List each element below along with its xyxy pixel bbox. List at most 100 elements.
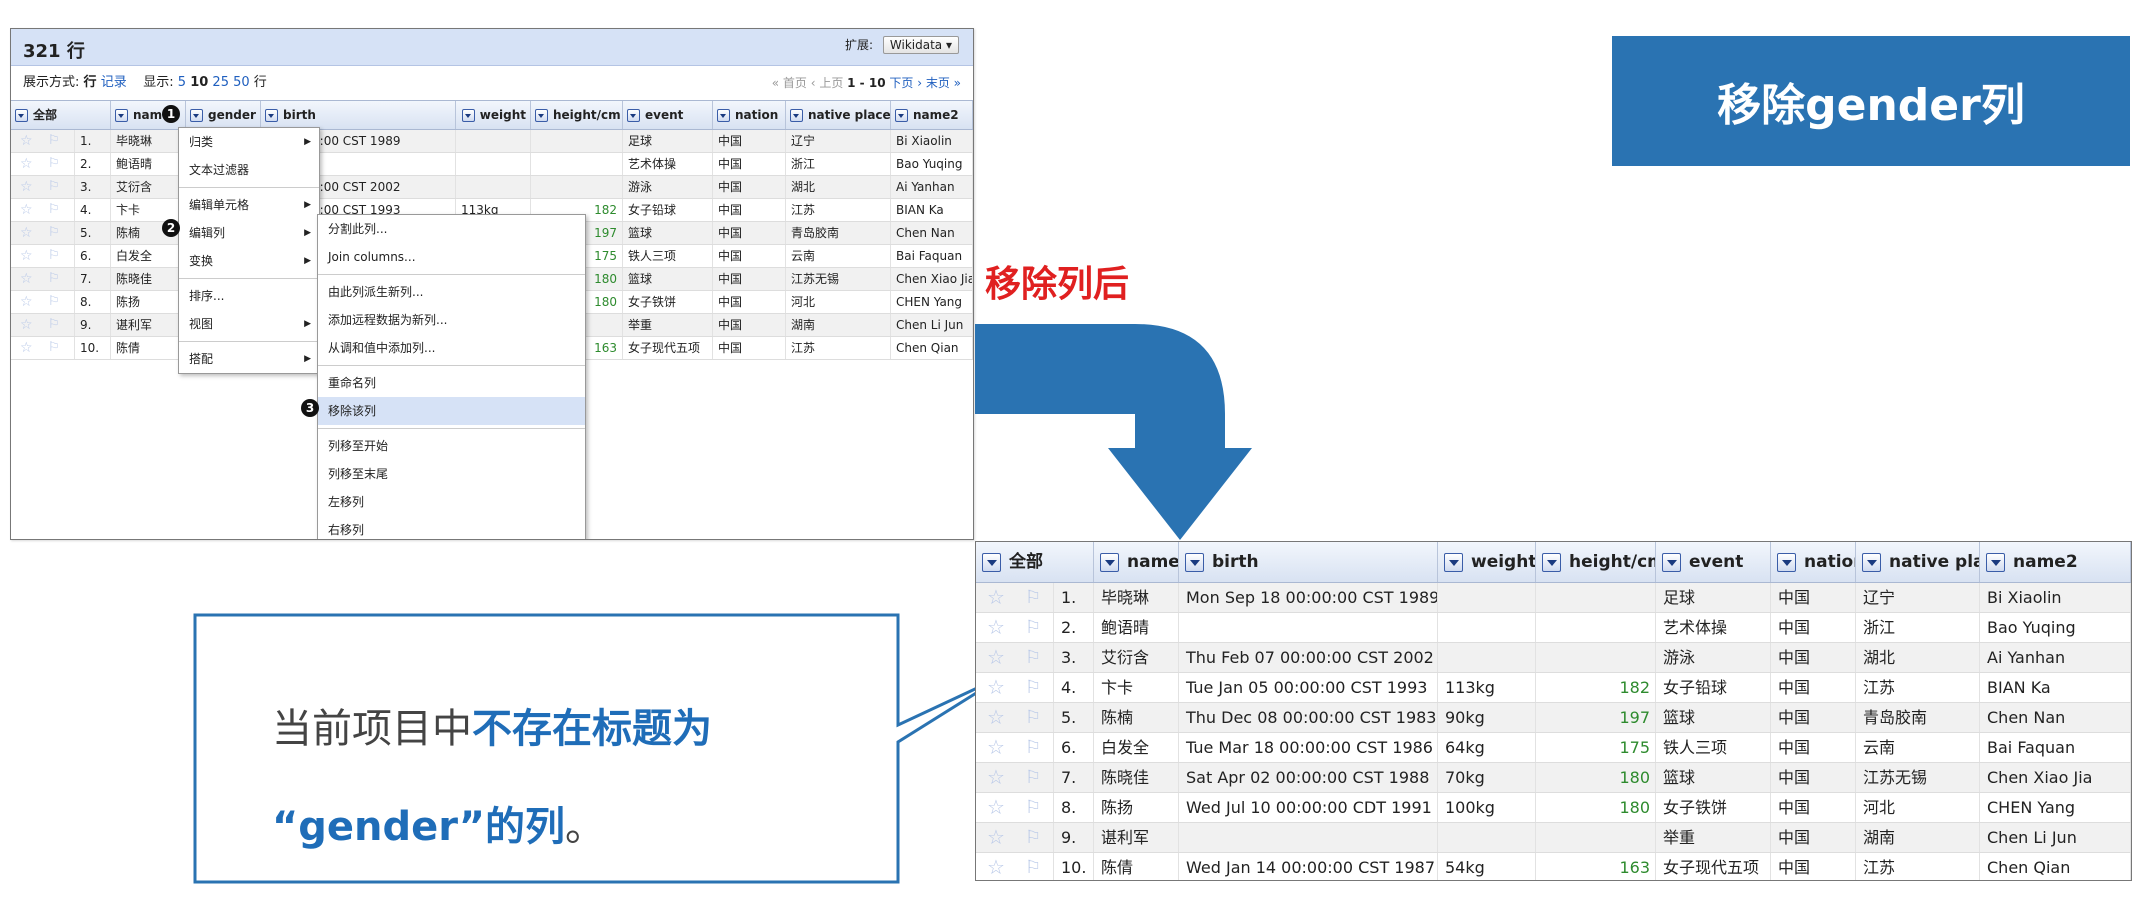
callout-highlight-1: 不存在标题为 — [472, 706, 712, 752]
row-index: 6. — [1054, 733, 1094, 762]
cell-weight: 100kg — [1438, 793, 1536, 822]
cell-nation: 中国 — [1771, 763, 1856, 792]
cell-birth: Wed Jan 14 00:00:00 CST 1987 — [1179, 853, 1438, 880]
flag-icon[interactable]: ⚐ — [1018, 823, 1054, 852]
cell-nation: 中国 — [1771, 853, 1856, 880]
cell-place: 湖北 — [1856, 643, 1980, 672]
cell-name: 卞卡 — [1094, 673, 1179, 702]
cell-name: 陈倩 — [1094, 853, 1179, 880]
dropdown-icon[interactable] — [1662, 552, 1681, 572]
star-icon[interactable]: ☆ — [980, 733, 1018, 762]
cell-height: 197 — [1536, 703, 1656, 732]
dropdown-icon[interactable] — [1542, 552, 1561, 572]
cell-event: 铁人三项 — [1656, 733, 1771, 762]
row-index: 3. — [1054, 643, 1094, 672]
star-icon[interactable]: ☆ — [980, 853, 1018, 880]
column-header-label: weight — [1471, 552, 1536, 572]
table-row: ☆ ⚐ 2. 鲍语晴 艺术体操 中国 浙江 Bao Yuqing — [976, 613, 2131, 643]
star-icon[interactable]: ☆ — [980, 793, 1018, 822]
table-row: ☆ ⚐ 6. 白发全 Tue Mar 18 00:00:00 CST 1986 64kg 1… — [976, 733, 2131, 763]
column-header-name2[interactable]: name2 — [1980, 542, 2131, 582]
flag-icon[interactable]: ⚐ — [1018, 583, 1054, 612]
cell-height: 163 — [1536, 853, 1656, 880]
callout-highlight-2: “gender”的列 — [272, 804, 566, 850]
cell-birth: Wed Jul 10 00:00:00 CDT 1991 — [1179, 793, 1438, 822]
cell-weight: 113kg — [1438, 673, 1536, 702]
flag-icon[interactable]: ⚐ — [1018, 853, 1054, 880]
cell-place: 青岛胶南 — [1856, 703, 1980, 732]
table-rows-after: ☆ ⚐ 1. 毕晓琳 Mon Sep 18 00:00:00 CST 1989 足球 中国辽… — [976, 583, 2131, 880]
flag-icon[interactable]: ⚐ — [1018, 793, 1054, 822]
column-header-birth[interactable]: birth — [1179, 542, 1438, 582]
cell-event: 举重 — [1656, 823, 1771, 852]
cell-nation: 中国 — [1771, 703, 1856, 732]
row-index: 9. — [1054, 823, 1094, 852]
cell-name: 毕晓琳 — [1094, 583, 1179, 612]
cell-height: 180 — [1536, 793, 1656, 822]
table-row: ☆ ⚐ 8. 陈扬 Wed Jul 10 00:00:00 CDT 1991 100kg 1… — [976, 793, 2131, 823]
cell-event: 游泳 — [1656, 643, 1771, 672]
column-header-nativeplace[interactable]: native place — [1856, 542, 1980, 582]
cell-height — [1536, 613, 1656, 642]
cell-height — [1536, 583, 1656, 612]
flag-icon[interactable]: ⚐ — [1018, 733, 1054, 762]
star-icon[interactable]: ☆ — [980, 643, 1018, 672]
cell-name2: BIAN Ka — [1980, 673, 2131, 702]
column-header-weight[interactable]: weight — [1438, 542, 1536, 582]
cell-event: 女子铁饼 — [1656, 793, 1771, 822]
dropdown-icon[interactable] — [1986, 552, 2005, 572]
cell-birth — [1179, 613, 1438, 642]
column-header-nation[interactable]: nation — [1771, 542, 1856, 582]
cell-place: 江苏 — [1856, 853, 1980, 880]
column-header-label: event — [1689, 552, 1744, 572]
star-icon[interactable]: ☆ — [980, 823, 1018, 852]
dropdown-icon[interactable] — [1444, 552, 1463, 572]
column-header-event[interactable]: event — [1656, 542, 1771, 582]
column-header-heightcm[interactable]: height/cm — [1536, 542, 1656, 582]
cell-place: 江苏 — [1856, 673, 1980, 702]
cell-height: 180 — [1536, 763, 1656, 792]
row-index: 8. — [1054, 793, 1094, 822]
flag-icon[interactable]: ⚐ — [1018, 613, 1054, 642]
flag-icon[interactable]: ⚐ — [1018, 703, 1054, 732]
cell-weight — [1438, 613, 1536, 642]
dropdown-icon[interactable] — [1185, 552, 1204, 572]
dropdown-icon[interactable] — [1862, 552, 1881, 572]
column-header-label: name2 — [2013, 552, 2078, 572]
cell-nation: 中国 — [1771, 793, 1856, 822]
cell-weight: 64kg — [1438, 733, 1536, 762]
flag-icon[interactable]: ⚐ — [1018, 763, 1054, 792]
cell-weight: 70kg — [1438, 763, 1536, 792]
cell-place: 云南 — [1856, 733, 1980, 762]
cell-weight: 90kg — [1438, 703, 1536, 732]
cell-name2: Ai Yanhan — [1980, 643, 2131, 672]
cell-nation: 中国 — [1771, 733, 1856, 762]
cell-name2: Chen Qian — [1980, 853, 2131, 880]
cell-event: 女子现代五项 — [1656, 853, 1771, 880]
flag-icon[interactable]: ⚐ — [1018, 643, 1054, 672]
cell-nation: 中国 — [1771, 583, 1856, 612]
row-index: 2. — [1054, 613, 1094, 642]
cell-event: 艺术体操 — [1656, 613, 1771, 642]
cell-height — [1536, 823, 1656, 852]
star-icon[interactable]: ☆ — [980, 703, 1018, 732]
cell-birth: Mon Sep 18 00:00:00 CST 1989 — [1179, 583, 1438, 612]
star-icon[interactable]: ☆ — [980, 583, 1018, 612]
callout-normal: 当前项目中 — [272, 706, 472, 752]
cell-name: 白发全 — [1094, 733, 1179, 762]
dropdown-icon[interactable] — [982, 552, 1001, 572]
dropdown-icon[interactable] — [1100, 552, 1119, 572]
star-icon[interactable]: ☆ — [980, 613, 1018, 642]
cell-nation: 中国 — [1771, 643, 1856, 672]
star-icon[interactable]: ☆ — [980, 763, 1018, 792]
star-icon[interactable]: ☆ — [980, 673, 1018, 702]
column-header-label: native place — [1889, 552, 1979, 572]
cell-event: 足球 — [1656, 583, 1771, 612]
flag-icon[interactable]: ⚐ — [1018, 673, 1054, 702]
cell-name2: CHEN Yang — [1980, 793, 2131, 822]
column-header-all[interactable]: 全部 — [976, 542, 1094, 582]
cell-weight — [1438, 823, 1536, 852]
dropdown-icon[interactable] — [1777, 552, 1796, 572]
column-header-name[interactable]: name — [1094, 542, 1179, 582]
cell-name: 鲍语晴 — [1094, 613, 1179, 642]
